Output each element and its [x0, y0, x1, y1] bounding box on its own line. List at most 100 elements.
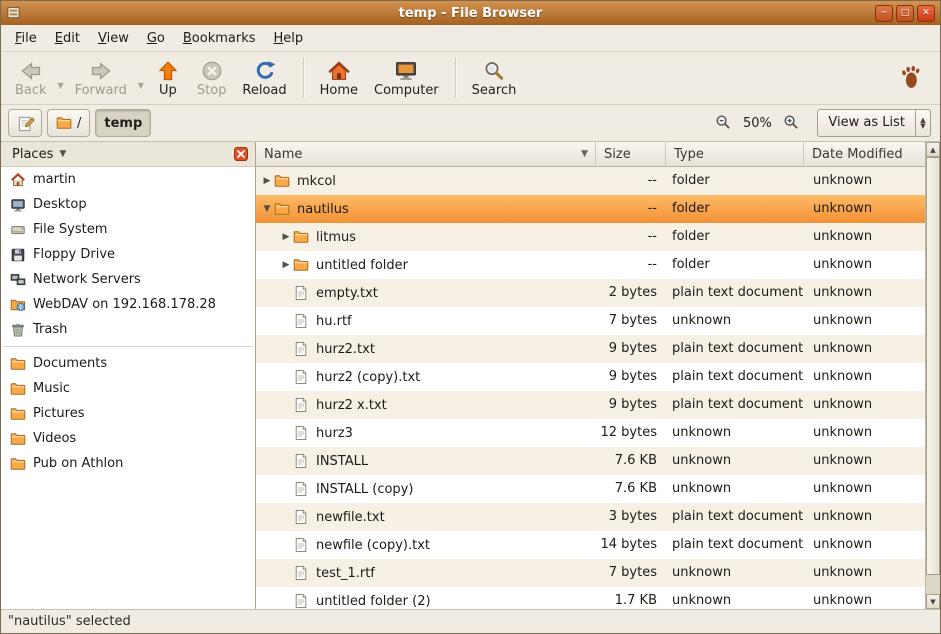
column-header-size[interactable]: Size [596, 142, 666, 167]
folder-icon [10, 431, 26, 447]
view-as-label: View as List [818, 110, 915, 136]
menu-go[interactable]: Go [138, 27, 174, 50]
file-icon [293, 313, 309, 329]
toolbar-home-button[interactable]: Home [312, 57, 366, 99]
place-music[interactable]: Music [1, 376, 255, 401]
menu-file[interactable]: File [6, 27, 46, 50]
file-row-untitled-folder[interactable]: ▶untitled folder--folderunknown [256, 251, 925, 279]
place-trash[interactable]: Trash [1, 317, 255, 342]
place-label: Trash [33, 322, 67, 337]
folder-icon [274, 201, 290, 217]
toolbar-search-group: Search [464, 57, 525, 99]
file-rows: ▶mkcol--folderunknown▼nautilus--folderun… [256, 167, 925, 609]
expander-expanded-icon[interactable]: ▼ [260, 204, 274, 214]
menu-edit[interactable]: Edit [46, 27, 89, 50]
file-row-hurz2-copy-txt[interactable]: hurz2 (copy).txt9 bytesplain text docume… [256, 363, 925, 391]
path-root-button[interactable]: / [47, 109, 90, 137]
place-pictures[interactable]: Pictures [1, 401, 255, 426]
place-pub-on-athlon[interactable]: Pub on Athlon [1, 451, 255, 476]
menu-view[interactable]: View [89, 27, 138, 50]
zoom-out-button[interactable] [712, 112, 734, 134]
minimize-button[interactable]: ─ [875, 5, 893, 22]
zoom-in-button[interactable] [780, 112, 802, 134]
file-row-hurz2-txt[interactable]: hurz2.txt9 bytesplain text documentunkno… [256, 335, 925, 363]
file-name-cell: untitled folder (2) [256, 587, 596, 609]
view-as-spinner-icon[interactable]: ▲▼ [915, 110, 930, 136]
file-row-untitled-folder-2[interactable]: untitled folder (2)1.7 KBunknownunknown [256, 587, 925, 609]
expander-collapsed-icon[interactable]: ▶ [279, 232, 293, 242]
zoom-level[interactable]: 50% [739, 116, 775, 131]
toolbar-forward-dropdown-icon[interactable]: ▼ [135, 67, 147, 90]
path-root-label: / [77, 116, 81, 131]
file-name-cell: hurz2 x.txt [256, 391, 596, 419]
column-header-type[interactable]: Type [666, 142, 804, 167]
scroll-down-icon[interactable]: ▼ [926, 594, 940, 609]
sidebar-separator [3, 346, 253, 347]
toolbar-reload-button[interactable]: Reload [234, 57, 294, 99]
menu-bookmarks[interactable]: Bookmarks [174, 27, 265, 50]
place-documents[interactable]: Documents [1, 351, 255, 376]
file-size-cell: 14 bytes [596, 531, 666, 559]
path-current-button[interactable]: temp [95, 109, 151, 137]
toolbar-back-dropdown-icon[interactable]: ▼ [55, 67, 67, 90]
reload-icon [253, 59, 277, 83]
toolbar-up-button[interactable]: Up [147, 57, 189, 99]
zoom-in-icon [783, 114, 799, 133]
column-header-name[interactable]: Name ▼ [256, 142, 596, 167]
file-name-label: untitled folder [316, 258, 408, 273]
file-row-hurz3[interactable]: hurz312 bytesunknownunknown [256, 419, 925, 447]
file-row-test-1-rtf[interactable]: test_1.rtf7 bytesunknownunknown [256, 559, 925, 587]
place-file-system[interactable]: File System [1, 217, 255, 242]
file-row-empty-txt[interactable]: empty.txt2 bytesplain text documentunkno… [256, 279, 925, 307]
view-as-select[interactable]: View as List ▲▼ [817, 109, 931, 137]
close-button[interactable]: ✕ [917, 5, 935, 22]
file-row-hurz2-x-txt[interactable]: hurz2 x.txt9 bytesplain text documentunk… [256, 391, 925, 419]
column-header-date-modified[interactable]: Date Modified [804, 142, 925, 167]
place-videos[interactable]: Videos [1, 426, 255, 451]
place-martin[interactable]: martin [1, 167, 255, 192]
file-name-cell: ▶mkcol [256, 167, 596, 195]
toolbar-search-button[interactable]: Search [464, 57, 525, 99]
file-modified-cell: unknown [804, 587, 925, 609]
file-name-label: hurz2.txt [316, 342, 375, 357]
scroll-up-icon[interactable]: ▲ [926, 142, 940, 157]
toolbar-separator [303, 58, 304, 98]
file-row-install-copy[interactable]: INSTALL (copy)7.6 KBunknownunknown [256, 475, 925, 503]
places-list: martinDesktopFile SystemFloppy DriveNetw… [1, 167, 255, 476]
file-row-newfile-txt[interactable]: newfile.txt3 bytesplain text documentunk… [256, 503, 925, 531]
file-row-hu-rtf[interactable]: hu.rtf7 bytesunknownunknown [256, 307, 925, 335]
file-modified-cell: unknown [804, 419, 925, 447]
file-name-label: hu.rtf [316, 314, 352, 329]
toggle-location-entry-button[interactable] [8, 109, 42, 137]
place-floppy-drive[interactable]: Floppy Drive [1, 242, 255, 267]
toolbar-computer-button[interactable]: Computer [366, 57, 447, 99]
file-icon [293, 369, 309, 385]
place-network-servers[interactable]: Network Servers [1, 267, 255, 292]
file-name-cell: ▼nautilus [256, 195, 596, 223]
file-list-pane: Name ▼ Size Type Date Modified ▶mkcol--f… [256, 142, 940, 609]
place-desktop[interactable]: Desktop [1, 192, 255, 217]
stop-icon [200, 59, 224, 83]
expander-collapsed-icon[interactable]: ▶ [279, 260, 293, 270]
vertical-scrollbar[interactable]: ▲ ▼ [925, 142, 940, 609]
places-dropdown-button[interactable]: Places ▼ [7, 145, 71, 164]
expander-collapsed-icon[interactable]: ▶ [260, 176, 274, 186]
place-webdav-on-192-168-178-28[interactable]: WebDAV on 192.168.178.28 [1, 292, 255, 317]
file-row-install[interactable]: INSTALL7.6 KBunknownunknown [256, 447, 925, 475]
location-bar: / temp 50% View as List ▲▼ [1, 105, 940, 142]
place-label: Music [33, 381, 70, 396]
file-name-cell: ▶litmus [256, 223, 596, 251]
folder-icon [10, 356, 26, 372]
file-modified-cell: unknown [804, 447, 925, 475]
file-row-litmus[interactable]: ▶litmus--folderunknown [256, 223, 925, 251]
file-row-newfile-copy-txt[interactable]: newfile (copy).txt14 bytesplain text doc… [256, 531, 925, 559]
maximize-button[interactable]: □ [896, 5, 914, 22]
titlebar[interactable]: temp - File Browser ─□✕ [1, 1, 940, 25]
file-row-mkcol[interactable]: ▶mkcol--folderunknown [256, 167, 925, 195]
scrollbar-thumb[interactable] [926, 157, 940, 575]
column-header-type-label: Type [674, 147, 704, 162]
menu-help[interactable]: Help [265, 27, 313, 50]
file-row-nautilus[interactable]: ▼nautilus--folderunknown [256, 195, 925, 223]
places-sidebar: Places ▼ martinDesktopFile SystemFloppy … [1, 142, 256, 609]
sidebar-close-icon[interactable] [234, 147, 249, 162]
